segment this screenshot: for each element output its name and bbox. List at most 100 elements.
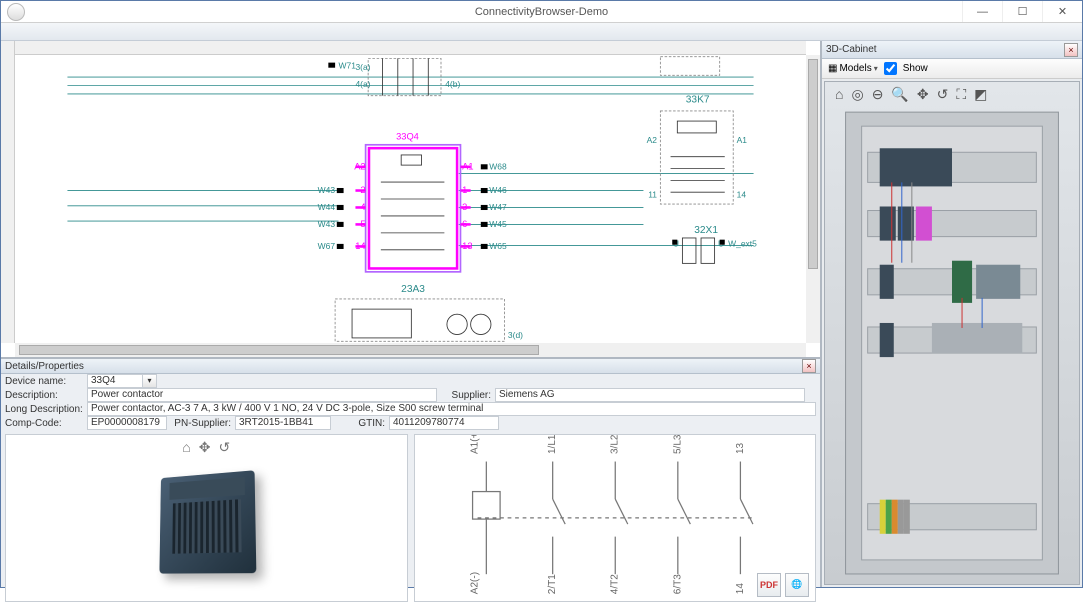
svg-text:A2: A2 (647, 135, 658, 145)
cabinet-close-button[interactable]: × (1064, 43, 1078, 57)
device-name-field[interactable]: 33Q4 (87, 374, 143, 388)
symbol-preview[interactable]: A1(+) 1/L1 3/L2 5/L3 13 A2(-) 2/T1 4/T2 … (414, 434, 817, 602)
undo-icon[interactable]: ↺ (937, 86, 949, 103)
svg-text:3/L2: 3/L2 (609, 435, 620, 454)
close-button[interactable]: ✕ (1042, 1, 1082, 22)
long-desc-field[interactable]: Power contactor, AC-3 7 A, 3 kW / 400 V … (87, 402, 816, 416)
svg-text:4: 4 (360, 202, 365, 212)
scrollbar-horizontal[interactable] (15, 343, 806, 357)
svg-text:6: 6 (462, 219, 467, 229)
show-label: Show (903, 63, 928, 74)
component-32X1[interactable]: 32X1 U U W_ext5 (672, 225, 757, 263)
pn-supplier-field[interactable]: 3RT2015-1BB41 (235, 416, 331, 430)
pdf-button[interactable]: PDF (757, 573, 781, 597)
undo-icon[interactable]: ↺ (218, 439, 230, 456)
home-icon[interactable]: ⌂ (182, 439, 190, 456)
description-field[interactable]: Power contactor (87, 388, 437, 402)
component-33Q4[interactable]: 33Q4 (318, 132, 507, 272)
svg-text:32X1: 32X1 (694, 225, 718, 236)
svg-text:A1(+): A1(+) (469, 435, 480, 454)
window-title: ConnectivityBrowser-Demo (475, 6, 608, 18)
comp-code-field[interactable]: EP0000008179 (87, 416, 167, 430)
move-icon[interactable]: ✥ (199, 439, 211, 456)
zoom-icon[interactable]: 🔍 (891, 86, 908, 103)
svg-text:A1: A1 (462, 161, 473, 171)
svg-text:W44: W44 (318, 202, 336, 212)
move-icon[interactable]: ✥ (917, 86, 929, 103)
supplier-field[interactable]: Siemens AG (495, 388, 805, 402)
menu-bar (1, 23, 1082, 41)
svg-text:14: 14 (737, 189, 747, 199)
gtin-field[interactable]: 4011209780774 (389, 416, 499, 430)
cabinet-toolbar: ▦Models▾ Show (822, 59, 1082, 79)
svg-text:14: 14 (734, 583, 745, 595)
svg-text:W71: W71 (339, 61, 357, 71)
svg-text:33Q4: 33Q4 (396, 132, 419, 142)
svg-text:W45: W45 (489, 219, 507, 229)
svg-text:4(b): 4(b) (445, 79, 460, 89)
svg-text:W_ext5: W_ext5 (728, 238, 757, 248)
svg-text:W67: W67 (318, 241, 336, 251)
svg-text:3(d): 3(d) (508, 330, 523, 340)
front-cube-icon[interactable]: ◩ (974, 86, 987, 103)
home-icon[interactable]: ⌂ (835, 86, 843, 103)
svg-text:A1: A1 (737, 135, 748, 145)
details-header: Details/Properties × (1, 359, 820, 374)
schematic-canvas[interactable]: W71 3(a) 4(a) 4(b) 33K7 A2 A1 11 14 (1, 41, 820, 357)
target-icon[interactable]: ◎ (851, 86, 863, 103)
svg-text:3(a): 3(a) (355, 62, 370, 72)
models-dropdown[interactable]: ▦Models▾ (828, 63, 878, 74)
svg-text:33K7: 33K7 (686, 94, 710, 105)
app-icon (7, 3, 25, 21)
svg-text:1: 1 (462, 185, 467, 195)
svg-text:1/L1: 1/L1 (547, 435, 558, 454)
ruler-horizontal (1, 41, 806, 55)
window-titlebar: ConnectivityBrowser-Demo — ☐ ✕ (1, 1, 1082, 23)
svg-text:2/T1: 2/T1 (547, 574, 558, 594)
device-name-label: Device name: (5, 376, 83, 387)
svg-text:W43: W43 (318, 219, 336, 229)
svg-text:3: 3 (462, 202, 467, 212)
svg-text:11: 11 (648, 189, 657, 199)
maximize-button[interactable]: ☐ (1002, 1, 1042, 22)
device-name-dropdown[interactable]: ▾ (143, 374, 157, 388)
cabinet-header: 3D-Cabinet × (822, 41, 1082, 59)
scrollbar-vertical[interactable] (806, 55, 820, 343)
svg-text:5/L3: 5/L3 (672, 435, 683, 454)
part-3d-preview[interactable]: ⌂ ✥ ↺ (5, 434, 408, 602)
svg-text:4(a): 4(a) (355, 79, 370, 89)
component-23A3[interactable]: 23A3 3(d) (335, 284, 523, 341)
svg-text:W46: W46 (489, 185, 507, 195)
contactor-model (160, 470, 257, 573)
svg-text:W47: W47 (489, 202, 507, 212)
zoom-out-icon[interactable]: ⊖ (872, 86, 884, 103)
pn-supplier-label: PN-Supplier: (171, 418, 231, 429)
svg-text:4/T2: 4/T2 (609, 574, 620, 594)
details-close-button[interactable]: × (802, 359, 816, 373)
supplier-label: Supplier: (441, 390, 491, 401)
svg-text:5: 5 (360, 219, 365, 229)
svg-text:W68: W68 (489, 161, 507, 171)
svg-text:13: 13 (462, 241, 472, 251)
description-label: Description: (5, 390, 83, 401)
svg-text:6/T3: 6/T3 (672, 574, 683, 594)
component-small[interactable] (660, 57, 719, 76)
globe-button[interactable]: 🌐 (785, 573, 809, 597)
svg-text:A2(-): A2(-) (469, 572, 480, 594)
ruler-vertical (1, 41, 15, 343)
cabinet-3d-viewer[interactable]: ⌂ ◎ ⊖ 🔍 ✥ ↺ ⛶ ◩ (824, 81, 1080, 585)
show-checkbox[interactable] (884, 62, 897, 75)
svg-text:A2: A2 (354, 161, 365, 171)
comp-code-label: Comp-Code: (5, 418, 83, 429)
minimize-button[interactable]: — (962, 1, 1002, 22)
gtin-label: GTIN: (335, 418, 385, 429)
long-desc-label: Long Description: (5, 404, 83, 415)
svg-text:23A3: 23A3 (401, 284, 425, 295)
component-33K7[interactable]: 33K7 A2 A1 11 14 (647, 94, 748, 204)
svg-text:13: 13 (734, 442, 745, 454)
expand-icon[interactable]: ⛶ (956, 86, 966, 103)
svg-text:14: 14 (355, 241, 365, 251)
svg-text:2: 2 (360, 185, 365, 195)
svg-text:W65: W65 (489, 241, 507, 251)
svg-text:W43: W43 (318, 185, 336, 195)
